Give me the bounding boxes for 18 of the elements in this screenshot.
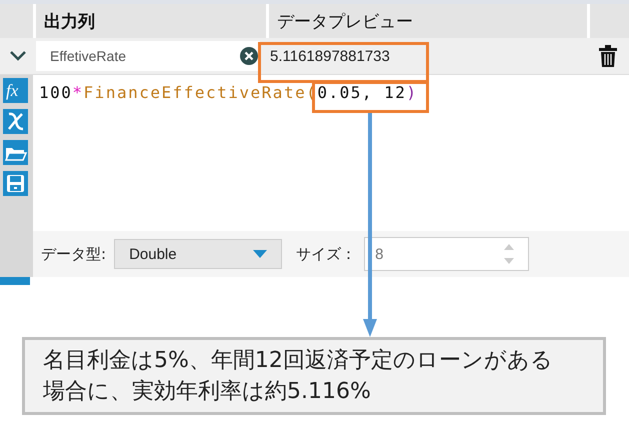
column-header: データプレビュー — [269, 4, 587, 38]
data-type-label: データ型: — [41, 244, 106, 264]
caret-icon — [253, 250, 268, 258]
data-type-dropdown[interactable]: Double — [114, 239, 282, 269]
tab-strip — [0, 277, 30, 285]
function-icon[interactable]: fx — [3, 78, 28, 103]
preview-value: 5.1161897881733 — [269, 48, 391, 64]
expression-text[interactable]: 100*FinanceEffectiveRate(0.05, 12) — [33, 75, 424, 110]
name-field[interactable]: EffetiveRate — [36, 41, 260, 71]
clear-icon[interactable] — [240, 47, 258, 65]
size-label: サイズ： — [296, 244, 356, 264]
chevron-icon[interactable] — [10, 51, 26, 61]
save-icon[interactable] — [3, 171, 28, 196]
variable-icon[interactable] — [3, 109, 28, 134]
trash-icon[interactable] — [599, 45, 617, 67]
callout-note: 名目利金は5%、年間12回返済予定のローンがある場合に、実効年利率は約5.116% — [22, 337, 606, 415]
folder-icon[interactable] — [3, 140, 28, 165]
column-header: 出力列 — [36, 4, 266, 38]
